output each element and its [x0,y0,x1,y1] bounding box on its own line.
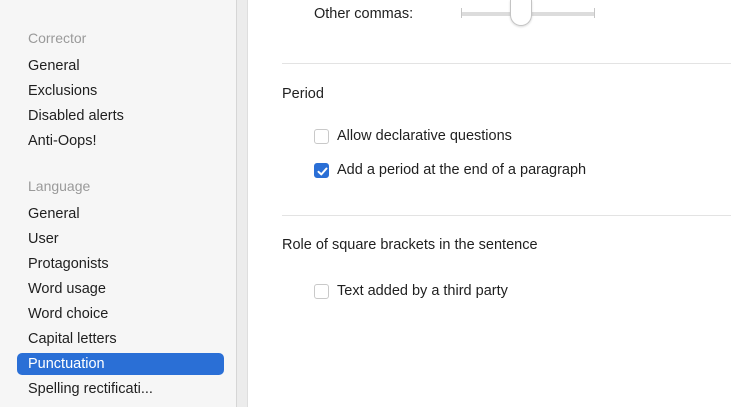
sidebar-item-capital-letters[interactable]: Capital letters [28,328,218,350]
checkmark-icon [317,167,328,176]
period-section-title: Period [282,86,324,102]
sidebar-item-word-usage[interactable]: Word usage [28,278,218,300]
sidebar-item-exclusions[interactable]: Exclusions [28,80,218,102]
brackets-section-title: Role of square brackets in the sentence [282,237,538,253]
divider [282,215,731,216]
other-commas-label: Other commas: [314,6,414,22]
main-panel: Other commas: Period Allow declarative q… [248,0,731,407]
sidebar-item-user[interactable]: User [28,228,218,250]
sidebar-item-general[interactable]: General [28,55,218,77]
allow-declarative-label[interactable]: Allow declarative questions [337,128,512,144]
sidebar: Corrector General Exclusions Disabled al… [0,0,236,407]
third-party-label[interactable]: Text added by a third party [337,283,508,299]
sidebar-item-language-general[interactable]: General [28,203,218,225]
sidebar-splitter[interactable] [236,0,248,407]
sidebar-item-punctuation[interactable]: Punctuation [17,353,224,375]
slider-tick [461,8,462,18]
add-period-checkbox[interactable] [314,163,329,178]
add-period-label[interactable]: Add a period at the end of a paragraph [337,162,586,178]
sidebar-item-anti-oops[interactable]: Anti-Oops! [28,130,218,152]
sidebar-item-word-choice[interactable]: Word choice [28,303,218,325]
divider [282,63,731,64]
section-title-corrector: Corrector [28,30,87,46]
allow-declarative-checkbox[interactable] [314,129,329,144]
slider-thumb[interactable] [510,0,532,26]
sidebar-item-protagonists[interactable]: Protagonists [28,253,218,275]
third-party-checkbox[interactable] [314,284,329,299]
sidebar-item-spelling-rectification[interactable]: Spelling rectificati... [28,378,218,400]
slider-tick [594,8,595,18]
sidebar-item-disabled-alerts[interactable]: Disabled alerts [28,105,218,127]
section-title-language: Language [28,178,91,194]
